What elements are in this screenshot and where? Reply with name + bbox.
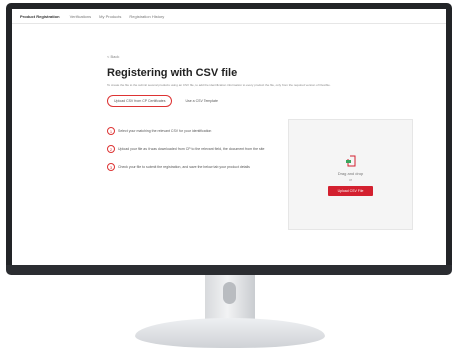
- nav-link-my-products[interactable]: My Products: [99, 14, 121, 19]
- monitor-chin: [6, 265, 452, 275]
- upload-csv-button[interactable]: Upload CSV File: [327, 186, 374, 196]
- csv-file-icon: [345, 155, 355, 167]
- page-title: Registering with CSV file: [107, 67, 238, 79]
- step-number-badge: 3: [107, 163, 115, 171]
- step-number-badge: 1: [107, 127, 115, 135]
- monitor-stand-base: [135, 318, 325, 348]
- monitor-stand-cable-hole: [223, 282, 236, 304]
- nav-link-registration-history[interactable]: Registration History: [129, 14, 164, 19]
- page-subtitle: To create the file to the submit several…: [107, 83, 331, 87]
- step-text: Check your file to submit the registrati…: [118, 164, 250, 169]
- top-navigation: Product Registration Verifications My Pr…: [12, 9, 446, 24]
- tab-bar: Upload CSV from CP Certificates Use a CS…: [107, 95, 231, 107]
- tab-csv-template[interactable]: Use a CSV Template: [178, 95, 224, 107]
- monitor-screen: Product Registration Verifications My Pr…: [12, 9, 446, 265]
- brand-label: Product Registration: [20, 13, 60, 19]
- step-item: 3 Check your file to submit the registra…: [107, 163, 277, 171]
- back-link[interactable]: < Back: [107, 54, 119, 59]
- tab-upload-csv[interactable]: Upload CSV from CP Certificates: [107, 95, 173, 107]
- or-label: or: [348, 178, 353, 182]
- steps-list: 1 Select your matching the relevant CSV …: [107, 127, 277, 181]
- step-item: 1 Select your matching the relevant CSV …: [107, 127, 277, 135]
- drop-label: Drag and drop: [337, 171, 364, 176]
- step-text: Select your matching the relevant CSV fo…: [118, 128, 212, 133]
- step-number-badge: 2: [107, 145, 115, 153]
- step-text: Upload your file as it was downloaded fr…: [118, 146, 265, 151]
- file-dropzone[interactable]: Drag and drop or Upload CSV File: [288, 119, 413, 230]
- step-item: 2 Upload your file as it was downloaded …: [107, 145, 277, 153]
- nav-link-verifications[interactable]: Verifications: [70, 14, 92, 19]
